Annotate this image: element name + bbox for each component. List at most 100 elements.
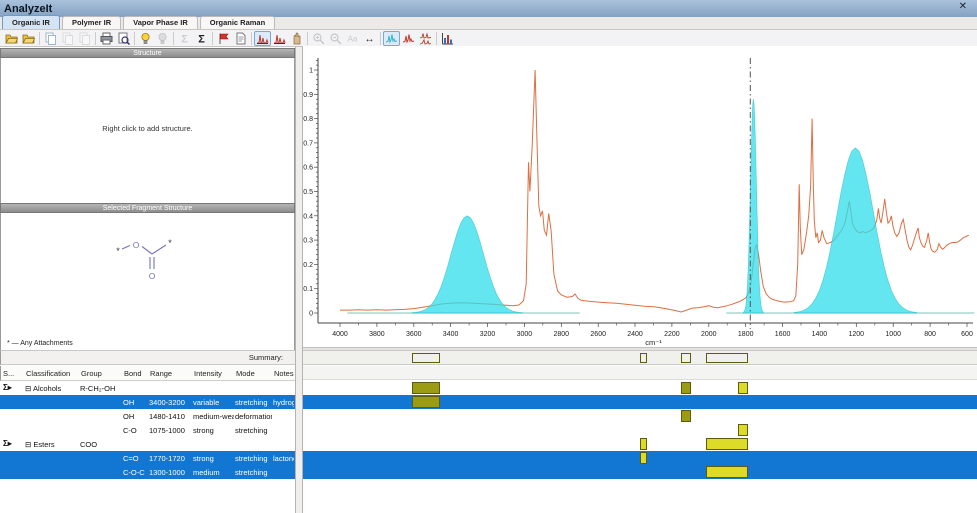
hints-off-button bbox=[154, 31, 171, 46]
column-header-intensity[interactable]: Intensity bbox=[194, 369, 222, 378]
svg-text:3400: 3400 bbox=[443, 331, 459, 338]
intensity-cell: medium bbox=[193, 468, 234, 477]
spectrum-plot: 00.10.20.30.40.50.60.70.80.9140003800360… bbox=[303, 46, 977, 347]
toolbar-separator bbox=[134, 32, 135, 45]
summary-range-bar bbox=[681, 353, 691, 363]
overlay-view-button[interactable] bbox=[383, 31, 400, 46]
copy-spectrum-button bbox=[59, 31, 76, 46]
open-file-button[interactable] bbox=[3, 31, 20, 46]
split-view-button[interactable] bbox=[417, 31, 434, 46]
pan-button[interactable] bbox=[288, 31, 305, 46]
fragment-canvas[interactable]: *OO* * — Any Attachments bbox=[0, 213, 295, 350]
bars-row[interactable] bbox=[303, 465, 977, 479]
svg-text:0.8: 0.8 bbox=[303, 116, 313, 123]
tab-vapor-phase-ir[interactable]: Vapor Phase IR bbox=[123, 16, 198, 29]
table-header-row: S... Classification Group Bond Range Intensit… bbox=[0, 366, 295, 381]
table-rows: Σ▸⊟ AlcoholsR-CH₂-OHOH3400-3200variables… bbox=[0, 381, 295, 479]
svg-text:1600: 1600 bbox=[775, 331, 791, 338]
bars-row[interactable] bbox=[303, 395, 977, 409]
peak-label-button[interactable] bbox=[271, 31, 288, 46]
bars-rows bbox=[303, 381, 977, 479]
structure-canvas[interactable]: Right click to add structure. bbox=[0, 58, 295, 203]
mode-cell: stretching bbox=[235, 468, 272, 477]
tab-polymer-ir[interactable]: Polymer IR bbox=[62, 16, 121, 29]
notes-cell: lactone bbox=[273, 454, 294, 463]
svg-text:0.3: 0.3 bbox=[303, 238, 313, 245]
print-button[interactable] bbox=[98, 31, 115, 46]
structure-panel-title: Structure bbox=[133, 50, 161, 57]
column-header-mode[interactable]: Mode bbox=[236, 369, 255, 378]
panel-splitter[interactable] bbox=[295, 47, 303, 513]
doc-icon bbox=[234, 32, 247, 45]
svg-text:1200: 1200 bbox=[849, 331, 865, 338]
column-header-group[interactable]: Group bbox=[81, 369, 102, 378]
table-row-c-o-c[interactable]: C-O-C1300-1000mediumstretching bbox=[0, 465, 295, 479]
print-icon bbox=[100, 32, 113, 45]
print-preview-button[interactable] bbox=[115, 31, 132, 46]
bars-row[interactable] bbox=[303, 409, 977, 423]
spectrum2-icon bbox=[419, 32, 432, 45]
table-row-esters[interactable]: Σ▸⊟ EstersCOO bbox=[0, 437, 295, 451]
summary-range-bar bbox=[640, 353, 647, 363]
zoomin-icon bbox=[312, 32, 325, 45]
flag-button[interactable] bbox=[215, 31, 232, 46]
range-bar bbox=[640, 438, 647, 450]
svg-text:↔: ↔ bbox=[365, 34, 375, 45]
abc-icon: Aa bbox=[346, 32, 359, 45]
folder-icon bbox=[5, 32, 18, 45]
svg-text:Σ: Σ bbox=[198, 33, 205, 45]
bars-row[interactable] bbox=[303, 451, 977, 465]
svg-text:Aa: Aa bbox=[348, 34, 358, 43]
svg-text:2400: 2400 bbox=[627, 331, 643, 338]
column-header-bond[interactable]: Bond bbox=[124, 369, 142, 378]
sum-button[interactable]: Σ bbox=[193, 31, 210, 46]
bars-row[interactable] bbox=[303, 437, 977, 451]
close-icon[interactable]: ✕ bbox=[959, 1, 967, 12]
table-row-c=o[interactable]: C=O1770-1720strongstretchinglactone bbox=[0, 451, 295, 465]
range-bar bbox=[681, 382, 691, 394]
report-button[interactable] bbox=[232, 31, 249, 46]
svg-text:0.7: 0.7 bbox=[303, 140, 313, 147]
range-bar bbox=[412, 396, 440, 408]
column-header-range[interactable]: Range bbox=[150, 369, 172, 378]
spectrum-icon bbox=[402, 32, 415, 45]
toolbar-separator bbox=[39, 32, 40, 45]
range-bar bbox=[412, 382, 440, 394]
attachment-note: * — Any Attachments bbox=[7, 340, 73, 347]
svg-text:O: O bbox=[149, 271, 156, 281]
tab-organic-raman[interactable]: Organic Raman bbox=[200, 16, 275, 29]
peak-pick-button[interactable] bbox=[254, 31, 271, 46]
mode-cell: stretching bbox=[235, 426, 272, 435]
stack-view-button[interactable] bbox=[400, 31, 417, 46]
toolbar-separator bbox=[436, 32, 437, 45]
toolbar-separator bbox=[307, 32, 308, 45]
range-cell: 3400-3200 bbox=[149, 398, 192, 407]
svg-text:800: 800 bbox=[924, 331, 936, 338]
column-header-notes[interactable]: Notes bbox=[274, 369, 294, 378]
fit-width-button[interactable]: ↔ bbox=[361, 31, 378, 46]
bars-row[interactable] bbox=[303, 381, 977, 395]
intensity-cell: strong bbox=[193, 426, 234, 435]
bars-row[interactable] bbox=[303, 423, 977, 437]
group-cell: COO bbox=[80, 440, 122, 449]
table-row-oh[interactable]: OH1480-1410medium-weadeformation bbox=[0, 409, 295, 423]
notes-cell: hydrogen bbox=[273, 398, 294, 407]
table-row-alcohols[interactable]: Σ▸⊟ AlcoholsR-CH₂-OH bbox=[0, 381, 295, 395]
table-row-oh[interactable]: OH3400-3200variablestretchinghydrogen bbox=[0, 395, 295, 409]
x-axis-label: cm⁻¹ bbox=[645, 338, 662, 347]
column-header-s[interactable]: S... bbox=[3, 369, 14, 378]
histogram-view-button[interactable] bbox=[439, 31, 456, 46]
copy-button[interactable] bbox=[42, 31, 59, 46]
toolbar-separator bbox=[251, 32, 252, 45]
range-cell: 1480-1410 bbox=[149, 412, 192, 421]
mode-cell: stretching bbox=[235, 398, 272, 407]
tab-organic-ir[interactable]: Organic IR bbox=[2, 15, 60, 29]
table-row-c-o[interactable]: C-O1075-1000strongstretching bbox=[0, 423, 295, 437]
copy-icon bbox=[61, 32, 74, 45]
spectrum-chart[interactable]: 00.10.20.30.40.50.60.70.80.9140003800360… bbox=[303, 46, 977, 347]
range-cell: 1300-1000 bbox=[149, 468, 192, 477]
open-library-button[interactable] bbox=[20, 31, 37, 46]
column-header-classification[interactable]: Classification bbox=[26, 369, 70, 378]
hints-button[interactable] bbox=[137, 31, 154, 46]
svg-text:0.2: 0.2 bbox=[303, 262, 313, 269]
